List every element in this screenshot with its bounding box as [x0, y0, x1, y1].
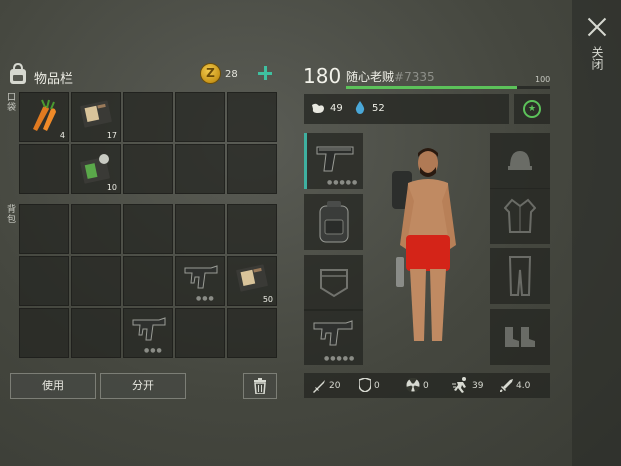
- pocket-slot[interactable]: 10: [71, 144, 121, 194]
- item-rarity-dots: ●●●: [144, 347, 163, 354]
- player-name-line: 随心老贼#7335: [346, 68, 435, 85]
- backpack-slot[interactable]: [71, 256, 121, 306]
- close-label[interactable]: 关闭: [588, 46, 604, 70]
- backpack-slot[interactable]: 50: [227, 256, 277, 306]
- carrot-icon: [27, 99, 61, 137]
- defense-value: 0: [374, 381, 380, 391]
- trash-button[interactable]: [243, 373, 277, 399]
- boots-icon: [505, 327, 535, 347]
- backpack-slot[interactable]: [304, 194, 363, 250]
- backpack-slot[interactable]: [175, 204, 225, 254]
- attack-icon: [313, 380, 325, 393]
- item-quantity: 17: [106, 131, 117, 140]
- star-badge-icon[interactable]: ★: [523, 100, 541, 118]
- backpack-slot[interactable]: [71, 308, 121, 358]
- coin-icon: Z: [200, 63, 221, 84]
- backpack-slot[interactable]: [19, 256, 69, 306]
- backpack-slot[interactable]: [227, 204, 277, 254]
- radiation-icon: [406, 378, 420, 392]
- player-id: #7335: [394, 70, 435, 84]
- pocket-slot[interactable]: [227, 92, 277, 142]
- smg-icon: [131, 315, 169, 349]
- pocket-slot[interactable]: 17: [71, 92, 121, 142]
- backpack-slot[interactable]: [123, 256, 173, 306]
- pocket-slot[interactable]: [227, 144, 277, 194]
- pistol-icon: [316, 146, 354, 172]
- weapon-slot-dots: ●●●●●: [327, 179, 359, 186]
- xp-max: 100: [535, 75, 551, 84]
- notebook-icon: [79, 99, 113, 133]
- inventory-title: 物品栏: [34, 72, 74, 87]
- trash-icon: [254, 378, 266, 395]
- backpack-slot[interactable]: ●●●: [123, 308, 173, 358]
- character-figure: [392, 148, 456, 341]
- notebook-icon: [235, 263, 269, 297]
- weapon-slot[interactable]: ●●●●●: [304, 133, 363, 189]
- xp-bar-fill: [346, 86, 517, 89]
- shield-icon: [359, 378, 371, 392]
- pocket-slot[interactable]: [123, 144, 173, 194]
- backpack-gear-icon: [319, 201, 349, 243]
- head-slot[interactable]: [490, 133, 550, 189]
- feet-slot[interactable]: [490, 309, 550, 365]
- add-coins-button[interactable]: [258, 66, 272, 80]
- backpack-label: 背包: [7, 205, 17, 225]
- item-rarity-dots: ●●●: [196, 295, 215, 302]
- close-icon[interactable]: [586, 16, 608, 38]
- backpack-slot[interactable]: [227, 308, 277, 358]
- speed-icon: [452, 377, 466, 393]
- player-name: 随心老贼: [346, 70, 395, 84]
- secondary-weapon-slot[interactable]: ●●●●●: [304, 309, 363, 365]
- backpack-slot[interactable]: [19, 204, 69, 254]
- item-quantity: 50: [262, 295, 273, 304]
- attack-value: 20: [329, 381, 341, 391]
- speed-value: 39: [472, 381, 484, 391]
- pocket-slot[interactable]: 4: [19, 92, 69, 142]
- radiation-value: 0: [423, 381, 429, 391]
- water-drop-icon: [355, 101, 365, 114]
- split-button[interactable]: 分开: [100, 373, 186, 399]
- pocket-slot[interactable]: [19, 144, 69, 194]
- coin-count: 28: [225, 69, 238, 80]
- stomach-icon: [312, 103, 324, 113]
- thirst-value: 52: [372, 103, 385, 114]
- backpack-slot[interactable]: [71, 204, 121, 254]
- backpack-icon: [10, 63, 26, 84]
- hunger-value: 49: [330, 103, 343, 114]
- pocket-slot[interactable]: [175, 144, 225, 194]
- backpack-slot[interactable]: [175, 308, 225, 358]
- player-level: 180: [303, 64, 342, 88]
- backpack-slot[interactable]: [19, 308, 69, 358]
- item-quantity: 10: [106, 183, 117, 192]
- extra-value: 4.0: [516, 381, 531, 391]
- smg-icon: [183, 263, 221, 297]
- use-button[interactable]: 使用: [10, 373, 96, 399]
- legs-slot[interactable]: [490, 248, 550, 304]
- pants-icon: [508, 256, 532, 296]
- jacket-icon: [504, 198, 536, 233]
- pocket-gear-slot[interactable]: [304, 255, 363, 311]
- item-quantity: 4: [59, 131, 65, 140]
- secondary-weapon-dots: ●●●●●: [324, 355, 356, 362]
- backpack-slot[interactable]: ●●●: [175, 256, 225, 306]
- smg-icon: [313, 320, 353, 346]
- backpack-slot[interactable]: [123, 204, 173, 254]
- pocket-label: 口袋: [7, 93, 17, 113]
- hat-icon: [508, 151, 532, 170]
- pocket-slot[interactable]: [175, 92, 225, 142]
- pocket-placeholder-icon: [320, 269, 348, 298]
- sword-icon: [500, 379, 513, 392]
- pocket-slot[interactable]: [123, 92, 173, 142]
- torso-slot[interactable]: [490, 188, 550, 244]
